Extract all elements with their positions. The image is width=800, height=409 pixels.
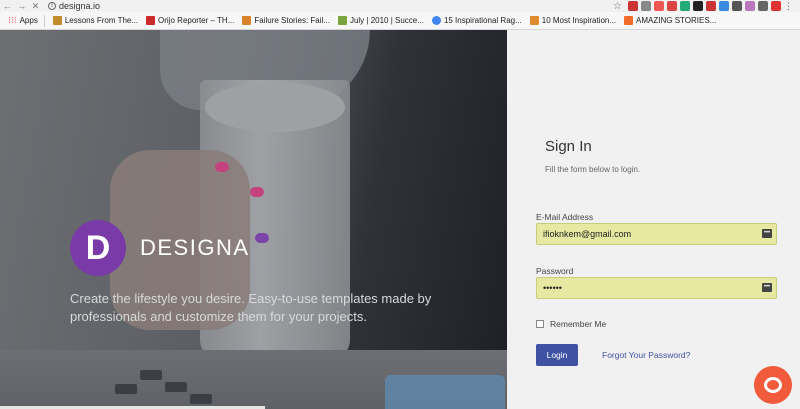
bookmarks-bar: ⁝⁝⁝ Apps Lessons From The... Orijo Repor… [0, 12, 800, 30]
extension-icon[interactable] [719, 1, 729, 11]
hero-section: D DESIGNA Create the lifestyle you desir… [0, 30, 507, 409]
bookmark-star-icon[interactable]: ☆ [613, 1, 622, 12]
browser-nav: ← → ✕ [0, 1, 42, 12]
favicon-icon [529, 16, 539, 25]
favicon-icon [146, 16, 156, 25]
extension-icon[interactable] [641, 1, 651, 11]
email-field[interactable]: ifioknkem@gmail.com ••• [536, 223, 777, 245]
apps-grid-icon: ⁝⁝⁝ [8, 15, 17, 25]
stop-icon[interactable]: ✕ [32, 1, 40, 12]
password-field[interactable]: •••••• ••• [536, 277, 777, 299]
favicon-icon [52, 16, 62, 25]
email-label: E-Mail Address [536, 212, 594, 222]
extension-icon[interactable] [732, 1, 742, 11]
hero-image-nail [215, 162, 229, 172]
login-button[interactable]: Login [536, 344, 578, 366]
bookmark-separator [43, 14, 45, 27]
extension-icon[interactable] [758, 1, 768, 11]
hero-image-nail [250, 187, 264, 197]
remember-me[interactable]: Remember Me [536, 319, 606, 329]
extension-icon[interactable] [771, 1, 781, 11]
extension-icon[interactable] [706, 1, 716, 11]
hero-image-key [140, 370, 162, 380]
password-label: Password [536, 266, 574, 276]
chat-widget-button[interactable] [754, 366, 792, 404]
url-text: designa.io [59, 1, 101, 11]
email-value: ifioknkem@gmail.com [543, 229, 632, 239]
back-icon[interactable]: ← [3, 1, 12, 12]
favicon-icon [431, 16, 441, 25]
menu-icon[interactable]: ⋮ [784, 1, 794, 11]
extension-icon[interactable] [693, 1, 703, 11]
bookmark-item[interactable]: Failure Stories: Fail... [242, 16, 330, 25]
forward-icon[interactable]: → [17, 1, 26, 12]
favicon-icon [242, 16, 252, 25]
extension-icon[interactable] [745, 1, 755, 11]
extensions-tray: ⋮ [628, 1, 794, 11]
bookmark-item[interactable]: July | 2010 | Succe... [337, 16, 424, 25]
url-field[interactable]: i designa.io [42, 1, 613, 11]
password-value: •••••• [543, 283, 562, 293]
brand-name: DESIGNA [140, 235, 250, 260]
hero-image-key [115, 384, 137, 394]
bookmark-apps[interactable]: ⁝⁝⁝ Apps [8, 15, 38, 26]
hero-image-phone [385, 375, 505, 409]
extension-icon[interactable] [628, 1, 638, 11]
extension-icon[interactable] [667, 1, 677, 11]
hero-image-nail [255, 233, 269, 243]
signin-panel: Sign In Fill the form below to login. E-… [507, 30, 800, 409]
forgot-password-link[interactable]: Forgot Your Password? [602, 350, 690, 360]
favicon-icon [337, 16, 347, 25]
remember-label: Remember Me [550, 319, 607, 329]
favicon-icon [624, 16, 634, 25]
password-manager-icon[interactable]: ••• [762, 229, 772, 238]
signin-subtitle: Fill the form below to login. [545, 165, 641, 174]
bookmark-item[interactable]: 10 Most Inspiration... [529, 16, 616, 25]
tagline: Create the lifestyle you desire. Easy-to… [70, 291, 432, 324]
hero-image-key [190, 394, 212, 404]
hero-image-mug-rim [205, 82, 345, 132]
info-icon[interactable]: i [48, 2, 56, 10]
bookmark-item[interactable]: 15 Inspirational Rag... [431, 16, 522, 25]
remember-checkbox[interactable] [536, 320, 544, 328]
password-manager-icon[interactable]: ••• [762, 283, 772, 292]
chat-icon [764, 377, 782, 393]
hero-image-key [165, 382, 187, 392]
extension-icon[interactable] [680, 1, 690, 11]
bookmark-item[interactable]: Orijo Reporter – TH... [146, 16, 234, 25]
brand: D DESIGNA [70, 220, 250, 276]
browser-address-bar: ← → ✕ i designa.io ☆ ⋮ [0, 0, 800, 12]
bookmark-item[interactable]: AMAZING STORIES... [624, 16, 716, 25]
bookmark-item[interactable]: Lessons From The... [52, 16, 138, 25]
logo[interactable]: D [70, 220, 126, 276]
signin-title: Sign In [545, 138, 592, 155]
extension-icon[interactable] [654, 1, 664, 11]
